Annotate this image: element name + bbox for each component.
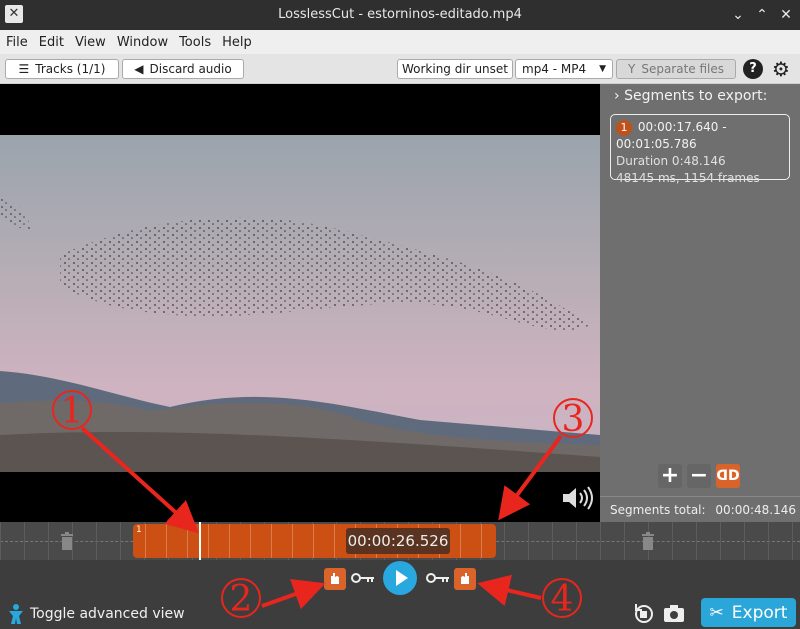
segment-tick	[187, 524, 188, 558]
discard-audio-button[interactable]: ◀ Discard audio	[122, 59, 244, 79]
help-button[interactable]: ?	[743, 59, 763, 79]
maximize-button[interactable]: ⌃	[752, 5, 772, 25]
list-icon: ☰	[18, 62, 30, 76]
camera-icon[interactable]	[662, 602, 686, 624]
tracks-label: Tracks (1/1)	[35, 62, 106, 76]
menu-edit[interactable]: Edit	[39, 35, 64, 50]
segment-tick	[229, 524, 230, 558]
key-icon[interactable]	[426, 571, 450, 585]
segment-range: 00:00:17.640 - 00:01:05.786	[616, 120, 727, 151]
segment-tick	[166, 524, 167, 558]
timeline[interactable]: 1 00:00:26.526	[0, 522, 800, 560]
segment-tick	[460, 524, 461, 558]
bottom-controls: Toggle advanced view ✂ Export	[0, 560, 800, 629]
set-cut-start-button[interactable]	[324, 568, 346, 590]
timeline-tick	[0, 522, 1, 560]
working-dir-button[interactable]: Working dir unset	[397, 59, 513, 79]
timeline-tick	[576, 522, 577, 560]
rotate-icon[interactable]	[632, 602, 656, 624]
caret-down-icon: ▼	[599, 64, 606, 74]
segment-duration: Duration 0:48.146	[616, 154, 726, 168]
segment-tick	[292, 524, 293, 558]
video-player[interactable]	[0, 84, 600, 522]
segment-details: 48145 ms, 1154 frames	[616, 171, 760, 185]
format-select[interactable]: mp4 - MP4 ▼	[515, 59, 613, 79]
timeline-tick	[528, 522, 529, 560]
title-bar: ✕ LosslessCut - estorninos-editado.mp4 ⌄…	[0, 0, 800, 30]
menu-view[interactable]: View	[75, 35, 106, 50]
timeline-tick	[48, 522, 49, 560]
scissors-icon: ✂	[709, 602, 724, 623]
segments-total-label: Segments total:	[610, 503, 706, 517]
timeline-tick	[720, 522, 721, 560]
segment-card[interactable]: 1 00:00:17.640 - 00:01:05.786 Duration 0…	[610, 114, 790, 185]
segments-total-value: 00:00:48.146	[715, 503, 797, 517]
segment-tick	[313, 524, 314, 558]
menu-window[interactable]: Window	[117, 35, 168, 50]
merge-icon: Y	[627, 62, 636, 76]
remove-segment-button[interactable]: −	[687, 464, 711, 488]
play-button[interactable]	[383, 561, 417, 595]
separate-files-button[interactable]: Y Separate files	[616, 59, 736, 79]
menu-help[interactable]: Help	[222, 35, 252, 50]
segments-panel: › Segments to export: 1 00:00:17.640 - 0…	[600, 84, 800, 522]
gear-icon[interactable]: ⚙	[772, 57, 790, 81]
trash-icon[interactable]	[60, 532, 74, 550]
hand-left-icon	[331, 573, 339, 584]
volume-icon[interactable]	[560, 484, 594, 512]
timeline-tick	[624, 522, 625, 560]
timeline-tick	[744, 522, 745, 560]
add-segment-button[interactable]: +	[658, 464, 682, 488]
timeline-tick	[96, 522, 97, 560]
hand-right-icon	[461, 573, 469, 584]
timeline-tick	[768, 522, 769, 560]
window-title: LosslessCut - estorninos-editado.mp4	[278, 7, 522, 22]
trash-icon[interactable]	[641, 532, 655, 550]
working-dir-label: Working dir unset	[401, 62, 508, 76]
toolbar: ☰ Tracks (1/1) ◀ Discard audio Working d…	[0, 54, 800, 84]
person-icon	[9, 604, 23, 624]
menu-file[interactable]: File	[6, 35, 28, 50]
separate-files-label: Separate files	[641, 62, 725, 76]
close-button[interactable]: ✕	[776, 5, 796, 25]
speaker-icon: ◀	[134, 62, 144, 76]
segments-heading[interactable]: › Segments to export:	[614, 88, 767, 104]
menu-tools[interactable]: Tools	[179, 35, 211, 50]
discard-audio-label: Discard audio	[149, 62, 232, 76]
segment-tick	[334, 524, 335, 558]
segment-tick	[250, 524, 251, 558]
segment-number: 1	[616, 120, 632, 136]
menu-bar: File Edit View Window Tools Help	[0, 30, 800, 54]
playhead[interactable]	[199, 522, 201, 560]
segment-tick	[145, 524, 146, 558]
timeline-tick	[552, 522, 553, 560]
tracks-button[interactable]: ☰ Tracks (1/1)	[5, 59, 119, 79]
segment-tick	[481, 524, 482, 558]
toggle-advanced-label: Toggle advanced view	[30, 606, 185, 622]
timeline-segment-label: 1	[136, 525, 142, 535]
export-button[interactable]: ✂ Export	[701, 598, 796, 627]
segments-total: Segments total: 00:00:48.146	[600, 496, 800, 522]
timeline-tick	[792, 522, 793, 560]
timeline-tick	[24, 522, 25, 560]
segments-heading-label: Segments to export:	[624, 88, 768, 104]
minimize-button[interactable]: ⌄	[728, 5, 748, 25]
toggle-advanced-view[interactable]: Toggle advanced view	[8, 603, 185, 625]
export-label: Export	[731, 602, 788, 623]
video-frame	[0, 135, 600, 472]
timeline-tick	[504, 522, 505, 560]
split-segment-button[interactable]: ᗡᗞ	[716, 464, 740, 488]
segment-tick	[271, 524, 272, 558]
format-label: mp4 - MP4	[522, 62, 587, 76]
set-cut-end-button[interactable]	[454, 568, 476, 590]
chevron-right-icon: ›	[614, 88, 620, 104]
timeline-tick	[600, 522, 601, 560]
current-time[interactable]: 00:00:26.526	[346, 528, 450, 554]
timeline-tick	[672, 522, 673, 560]
timeline-tick	[120, 522, 121, 560]
segment-tick	[208, 524, 209, 558]
key-icon[interactable]	[351, 571, 375, 585]
play-icon	[396, 570, 408, 586]
timeline-tick	[696, 522, 697, 560]
